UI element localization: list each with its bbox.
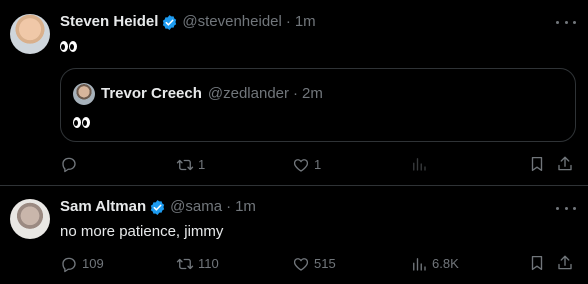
author-handle[interactable]: @sama bbox=[170, 197, 222, 217]
separator-dot: · bbox=[293, 85, 298, 102]
quoted-header: Trevor Creech @zedlander · 2m bbox=[101, 84, 323, 104]
quoted-author-handle: @zedlander bbox=[207, 85, 289, 102]
quoted-author-name: Trevor Creech bbox=[101, 85, 202, 102]
author-handle[interactable]: @stevenheidel bbox=[182, 12, 281, 32]
action-bar: 109 110 515 6.8K bbox=[60, 254, 576, 274]
more-icon[interactable] bbox=[556, 14, 576, 30]
separator-dot: · bbox=[226, 198, 232, 215]
retweet-button[interactable]: 1 bbox=[176, 155, 205, 175]
reply-button[interactable] bbox=[60, 155, 82, 173]
avatar[interactable] bbox=[10, 14, 50, 54]
tweet-text: no more patience, jimmy bbox=[60, 223, 224, 240]
reply-button[interactable]: 109 bbox=[60, 254, 104, 274]
views-button[interactable] bbox=[410, 155, 432, 173]
reply-icon bbox=[62, 157, 76, 173]
views-icon bbox=[413, 258, 426, 271]
eyes-emoji bbox=[60, 40, 77, 52]
like-icon bbox=[293, 258, 309, 271]
quoted-timestamp: 2m bbox=[302, 85, 323, 102]
share-button[interactable] bbox=[556, 155, 574, 173]
retweet-icon bbox=[176, 159, 194, 171]
verified-badge-icon bbox=[163, 14, 177, 30]
action-bar: 1 1 bbox=[60, 155, 576, 175]
bookmark-button[interactable] bbox=[528, 155, 546, 173]
separator-dot: · bbox=[285, 13, 291, 30]
author-name[interactable]: Steven Heidel bbox=[60, 12, 158, 32]
reply-icon bbox=[62, 257, 76, 273]
quoted-avatar[interactable] bbox=[73, 83, 95, 105]
quoted-text bbox=[73, 114, 90, 132]
like-button[interactable]: 1 bbox=[292, 155, 321, 175]
author-name[interactable]: Sam Altman bbox=[60, 197, 146, 217]
like-count: 515 bbox=[314, 256, 336, 271]
retweet-icon bbox=[176, 258, 194, 270]
bookmark-button[interactable] bbox=[528, 254, 546, 272]
like-count: 1 bbox=[314, 157, 322, 172]
eyes-emoji bbox=[73, 117, 90, 129]
more-icon[interactable] bbox=[556, 200, 576, 216]
tweet-header: Sam Altman @sama · 1m bbox=[60, 197, 256, 217]
share-icon bbox=[558, 156, 572, 171]
like-icon bbox=[293, 159, 309, 172]
verified-badge-icon bbox=[150, 199, 165, 215]
retweet-button[interactable]: 110 bbox=[176, 254, 219, 274]
share-icon bbox=[558, 255, 572, 270]
like-button[interactable]: 515 bbox=[292, 254, 336, 274]
tweet-sam-altman[interactable]: Sam Altman @sama · 1m no more patience, … bbox=[0, 187, 588, 284]
tweet-text bbox=[60, 36, 77, 56]
bookmark-icon bbox=[531, 255, 543, 271]
tweet-steven-heidel[interactable]: Steven Heidel @stevenheidel · 1m Trevor … bbox=[0, 0, 588, 186]
quoted-tweet[interactable]: Trevor Creech @zedlander · 2m bbox=[60, 68, 576, 142]
views-button[interactable]: 6.8K bbox=[410, 254, 459, 274]
timestamp[interactable]: 1m bbox=[295, 12, 316, 32]
reply-count: 109 bbox=[82, 256, 104, 271]
tweet-header: Steven Heidel @stevenheidel · 1m bbox=[60, 12, 316, 32]
retweet-count: 1 bbox=[198, 157, 206, 172]
avatar[interactable] bbox=[10, 199, 50, 239]
views-count: 6.8K bbox=[432, 256, 459, 271]
bookmark-icon bbox=[531, 156, 543, 172]
views-icon bbox=[413, 158, 426, 171]
share-button[interactable] bbox=[556, 254, 574, 272]
retweet-count: 110 bbox=[198, 256, 219, 271]
timestamp[interactable]: 1m bbox=[235, 197, 256, 217]
